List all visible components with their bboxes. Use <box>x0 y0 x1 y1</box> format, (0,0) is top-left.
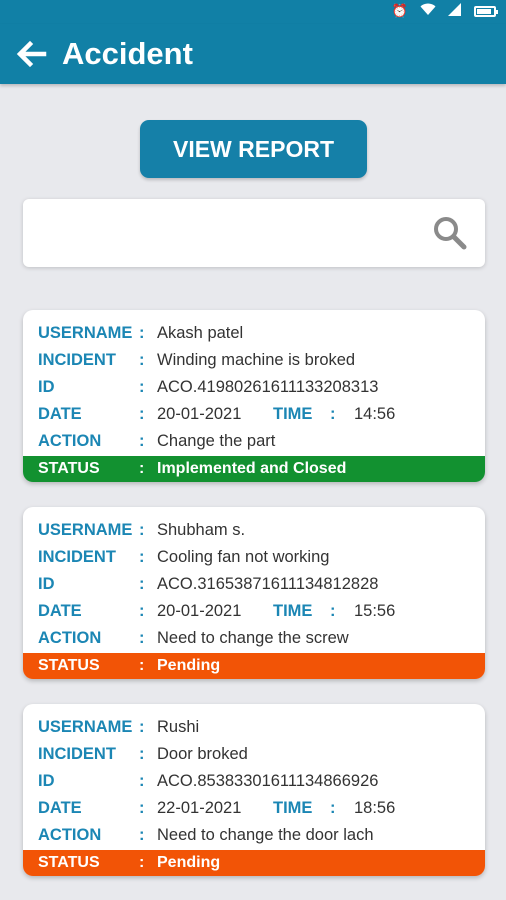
action-value: Need to change the door lach <box>157 826 374 844</box>
separator: : <box>139 460 145 477</box>
signal-icon <box>448 3 462 20</box>
date-row: DATE:20-01-2021 TIME:14:56 <box>23 400 485 427</box>
separator: : <box>139 405 145 423</box>
separator: : <box>139 657 145 674</box>
separator: : <box>139 629 145 647</box>
date-value: 22-01-2021 <box>157 799 242 817</box>
incident-row: INCIDENT: Winding machine is broked <box>23 346 485 373</box>
id-row: ID: ACO.85383301611134866926 <box>23 767 485 794</box>
id-value: ACO.41980261611133208313 <box>157 378 379 396</box>
date-label: DATE <box>38 405 82 423</box>
time-value: 14:56 <box>354 405 396 423</box>
separator: : <box>330 602 336 620</box>
username-label: USERNAME <box>38 324 133 342</box>
separator: : <box>139 432 145 450</box>
search-box <box>23 199 485 267</box>
search-input[interactable] <box>35 209 425 257</box>
incident-value: Winding machine is broked <box>157 351 356 369</box>
time-label: TIME <box>273 799 313 817</box>
username-label: USERNAME <box>38 521 133 539</box>
status-value: Implemented and Closed <box>157 460 347 477</box>
separator: : <box>139 575 145 593</box>
status-bar-row: STATUS: Pending <box>23 850 485 876</box>
separator: : <box>139 772 145 790</box>
id-value: ACO.85383301611134866926 <box>157 772 379 790</box>
action-row: ACTION: Need to change the door lach <box>23 821 485 848</box>
date-value: 20-01-2021 <box>157 602 242 620</box>
action-row: ACTION: Need to change the screw <box>23 624 485 651</box>
wifi-icon <box>420 3 436 20</box>
incident-label: INCIDENT <box>38 351 116 369</box>
username-row: USERNAME: Rushi <box>23 713 485 740</box>
id-row: ID: ACO.41980261611133208313 <box>23 373 485 400</box>
separator: : <box>139 718 145 736</box>
incident-card[interactable]: USERNAME: Shubham s. INCIDENT: Cooling fan … <box>23 507 485 679</box>
action-value: Need to change the screw <box>157 629 349 647</box>
separator: : <box>139 799 145 817</box>
incident-value: Cooling fan not working <box>157 548 330 566</box>
id-value: ACO.31653871611134812828 <box>157 575 379 593</box>
arrow-left-icon <box>16 40 47 68</box>
separator: : <box>330 405 336 423</box>
status-label: STATUS <box>38 657 100 674</box>
battery-icon <box>474 6 498 17</box>
action-label: ACTION <box>38 432 102 450</box>
incident-label: INCIDENT <box>38 548 116 566</box>
page-title: Accident <box>62 36 193 71</box>
status-label: STATUS <box>38 854 100 871</box>
separator: : <box>139 745 145 763</box>
incident-card[interactable]: USERNAME: Rushi INCIDENT: Door broked ID: ACO… <box>23 704 485 876</box>
back-button[interactable] <box>0 24 62 84</box>
date-value: 20-01-2021 <box>157 405 242 423</box>
separator: : <box>139 378 145 396</box>
date-label: DATE <box>38 799 82 817</box>
action-value: Change the part <box>157 432 276 450</box>
action-label: ACTION <box>38 629 102 647</box>
separator: : <box>139 854 145 871</box>
incident-row: INCIDENT: Cooling fan not working <box>23 543 485 570</box>
view-report-button[interactable]: VIEW REPORT <box>140 120 367 178</box>
incident-card[interactable]: USERNAME: Akash patel INCIDENT: Winding mac… <box>23 310 485 482</box>
app-bar: Accident <box>0 24 506 84</box>
status-value: Pending <box>157 657 221 674</box>
username-row: USERNAME: Shubham s. <box>23 516 485 543</box>
search-icon[interactable] <box>433 216 467 250</box>
date-row: DATE:22-01-2021 TIME:18:56 <box>23 794 485 821</box>
time-label: TIME <box>273 602 313 620</box>
username-value: Akash patel <box>157 324 244 342</box>
time-label: TIME <box>273 405 313 423</box>
separator: : <box>139 324 145 342</box>
username-row: USERNAME: Akash patel <box>23 319 485 346</box>
separator: : <box>139 548 145 566</box>
status-icons: ⏰ <box>391 3 498 20</box>
separator: : <box>139 351 145 369</box>
username-value: Shubham s. <box>157 521 246 539</box>
id-label: ID <box>38 378 55 396</box>
id-label: ID <box>38 575 55 593</box>
id-row: ID: ACO.31653871611134812828 <box>23 570 485 597</box>
separator: : <box>330 799 336 817</box>
status-bar-row: STATUS: Implemented and Closed <box>23 456 485 482</box>
username-value: Rushi <box>157 718 200 736</box>
incident-value: Door broked <box>157 745 248 763</box>
separator: : <box>139 602 145 620</box>
action-label: ACTION <box>38 826 102 844</box>
time-value: 15:56 <box>354 602 396 620</box>
status-label: STATUS <box>38 460 100 477</box>
separator: : <box>139 521 145 539</box>
action-row: ACTION: Change the part <box>23 427 485 454</box>
date-row: DATE:20-01-2021 TIME:15:56 <box>23 597 485 624</box>
status-bar: ⏰ <box>0 0 506 24</box>
status-bar-row: STATUS: Pending <box>23 653 485 679</box>
time-value: 18:56 <box>354 799 396 817</box>
date-label: DATE <box>38 602 82 620</box>
separator: : <box>139 826 145 844</box>
incident-row: INCIDENT: Door broked <box>23 740 485 767</box>
alarm-icon: ⏰ <box>391 4 408 19</box>
status-value: Pending <box>157 854 221 871</box>
id-label: ID <box>38 772 55 790</box>
username-label: USERNAME <box>38 718 133 736</box>
incident-label: INCIDENT <box>38 745 116 763</box>
